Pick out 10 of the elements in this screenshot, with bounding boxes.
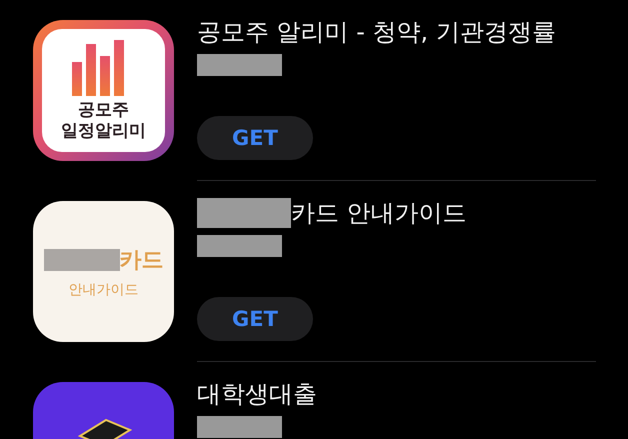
icon-label: 일정알리미 — [61, 120, 146, 142]
app-title: 대학생대출 — [197, 379, 317, 410]
get-button[interactable]: GET — [197, 116, 313, 160]
icon-label: 안내가이드 — [68, 280, 138, 298]
app-title: 카드 안내가이드 — [291, 198, 467, 229]
get-button[interactable]: GET — [197, 297, 313, 341]
app-icon[interactable]: 공모주 일정알리미 — [33, 20, 174, 161]
icon-label: 카드 — [120, 246, 164, 274]
app-title: 공모주 알리미 - 청약, 기관경쟁률 — [197, 17, 556, 48]
icon-label: 공모주 — [78, 100, 129, 120]
